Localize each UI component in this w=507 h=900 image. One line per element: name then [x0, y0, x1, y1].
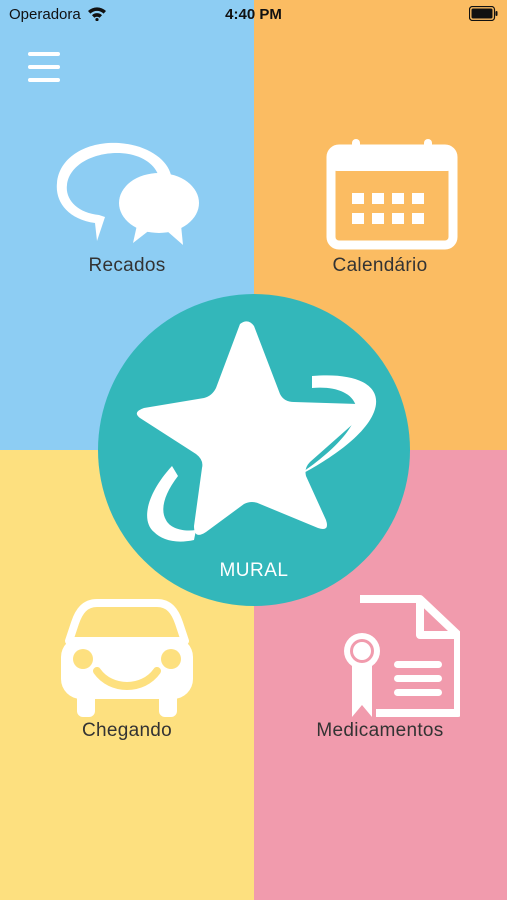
prescription-document-icon — [344, 595, 460, 717]
hamburger-menu-icon[interactable] — [28, 50, 60, 84]
status-bar: Operadora 4:40 PM — [0, 0, 507, 30]
clock: 4:40 PM — [225, 6, 282, 23]
battery-icon — [468, 5, 499, 25]
calendar-icon — [326, 139, 458, 250]
car-icon — [61, 599, 193, 717]
speech-bubbles-icon — [56, 142, 199, 245]
mural-label: MURAL — [219, 560, 289, 581]
chegando-label: Chegando — [81, 720, 173, 741]
medicamentos-button[interactable]: Medicamentos — [275, 595, 485, 742]
recados-button[interactable]: Recados — [22, 135, 232, 277]
calendario-button[interactable]: Calendário — [275, 135, 485, 277]
mural-button[interactable]: MURAL — [98, 294, 410, 606]
chegando-button[interactable]: Chegando — [22, 595, 232, 742]
calendario-label: Calendário — [332, 255, 428, 276]
medicamentos-label: Medicamentos — [316, 720, 444, 741]
recados-label: Recados — [88, 255, 166, 276]
